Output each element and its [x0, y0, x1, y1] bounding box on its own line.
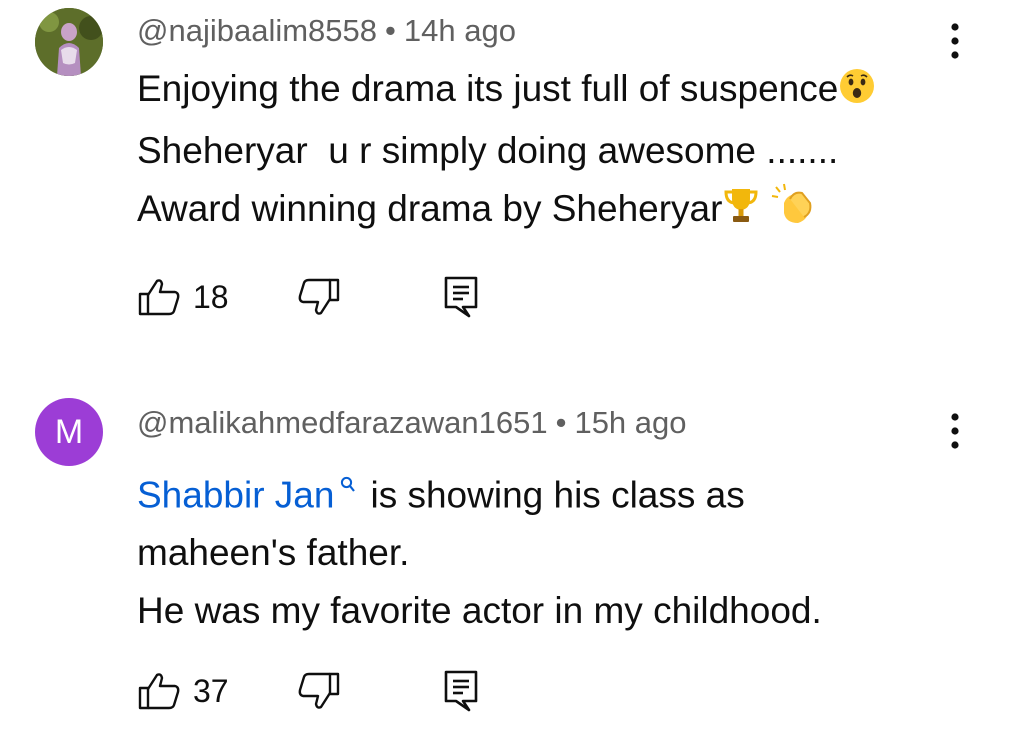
comment-meta: @malikahmedfarazawan1651 • 15h ago: [137, 405, 687, 441]
kebab-menu-icon: [951, 413, 959, 449]
mention-link[interactable]: Shabbir Jan: [137, 474, 334, 515]
dislike-button[interactable]: [297, 277, 443, 317]
astonished-face-emoji: [838, 64, 876, 122]
meta-separator: •: [555, 405, 567, 440]
meta-separator: •: [385, 13, 396, 48]
comment-line: Award winning drama by Sheheryar: [137, 180, 876, 242]
dislike-button[interactable]: [297, 671, 443, 711]
comment: M @malikahmedfarazawan1651 • 15h ago Shabb…: [0, 390, 1024, 749]
comment-line: Sheheryar u r simply doing awesome .....…: [137, 122, 876, 180]
comment-text: Shabbir Jan is showing his class as mahe…: [137, 453, 822, 640]
thumbs-up-icon: [138, 279, 180, 316]
comment-meta: @najibaalim8558 • 14h ago: [137, 13, 516, 49]
more-options-button[interactable]: [940, 406, 970, 456]
avatar[interactable]: M: [35, 398, 103, 466]
avatar-photo-image: [35, 8, 103, 76]
comment-time[interactable]: 15h ago: [574, 405, 686, 440]
thumbs-down-icon: [298, 278, 340, 315]
comment-author[interactable]: @najibaalim8558: [137, 13, 377, 48]
search-icon[interactable]: [340, 453, 356, 511]
comment-line-text: Sheheryar u r simply doing awesome .....…: [137, 130, 839, 171]
more-options-button[interactable]: [940, 16, 970, 66]
kebab-menu-icon: [951, 23, 959, 59]
comment-line: He was my favorite actor in my childhood…: [137, 582, 822, 640]
comment-time[interactable]: 14h ago: [404, 13, 516, 48]
clapping-hands-emoji: [770, 183, 814, 242]
comment-actions: 18: [137, 272, 479, 322]
comment-line-text: maheen's father.: [137, 532, 410, 574]
thumbs-up-icon: [138, 673, 180, 710]
comment-line: maheen's father.: [137, 524, 822, 582]
comment-text: Enjoying the drama its just full of susp…: [137, 60, 876, 242]
comment-line-text: is showing his class as: [370, 474, 745, 516]
comment-line-text: Award winning drama by Sheheryar: [137, 188, 723, 229]
comment-line-text: Enjoying the drama its just full of susp…: [137, 68, 839, 109]
thumbs-down-icon: [298, 672, 340, 709]
reply-comment-icon: [444, 670, 478, 712]
avatar-letter: M: [54, 413, 84, 451]
comment-line: Enjoying the drama its just full of susp…: [137, 60, 876, 122]
comment-actions: 37: [137, 666, 479, 716]
comment-author[interactable]: @malikahmedfarazawan1651: [137, 405, 548, 440]
avatar[interactable]: [35, 8, 103, 76]
comment-line: Shabbir Jan is showing his class as: [137, 453, 822, 524]
trophy-emoji: [722, 184, 760, 242]
reply-button[interactable]: [443, 275, 479, 319]
comment: @najibaalim8558 • 14h ago Enjoying the dra…: [0, 0, 1024, 360]
like-button[interactable]: 18: [137, 277, 297, 317]
comments-page: @najibaalim8558 • 14h ago Enjoying the dra…: [0, 0, 1024, 749]
reply-comment-icon: [444, 276, 478, 318]
like-button[interactable]: 37: [137, 671, 297, 711]
like-count: 18: [193, 278, 229, 315]
comment-line-text: He was my favorite actor in my childhood…: [137, 590, 822, 632]
reply-button[interactable]: [443, 669, 479, 713]
like-count: 37: [193, 672, 229, 709]
